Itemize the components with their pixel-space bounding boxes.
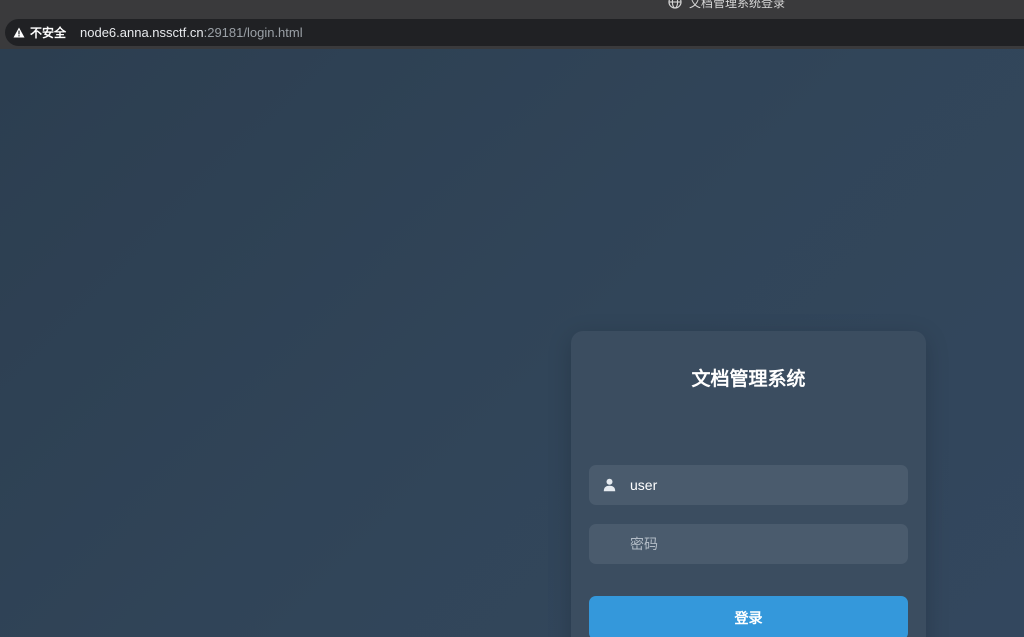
security-indicator[interactable]: 不安全 — [13, 24, 66, 41]
user-icon — [603, 478, 616, 492]
address-bar[interactable]: 不安全 node6.anna.nssctf.cn:29181/login.htm… — [5, 19, 1024, 46]
url-path: :29181/login.html — [203, 25, 303, 40]
security-label: 不安全 — [30, 26, 67, 40]
username-field — [589, 465, 908, 505]
browser-tab[interactable]: 文档管理系统登录 — [668, 0, 785, 10]
login-title: 文档管理系统 — [691, 368, 806, 390]
globe-icon — [668, 0, 682, 9]
login-card: 文档管理系统 登录 — [571, 331, 926, 637]
browser-toolbar: 不安全 node6.anna.nssctf.cn:29181/login.htm… — [0, 16, 1024, 49]
username-input[interactable] — [630, 465, 895, 505]
url-host: node6.anna.nssctf.cn — [80, 25, 204, 40]
url-text[interactable]: node6.anna.nssctf.cn:29181/login.html — [80, 25, 303, 40]
password-field — [589, 524, 908, 564]
login-button[interactable]: 登录 — [589, 596, 908, 637]
page-background: 文档管理系统 登录 — [0, 49, 1024, 637]
password-input[interactable] — [630, 524, 895, 564]
warning-icon — [13, 27, 25, 38]
browser-tabstrip: 文档管理系统登录 — [0, 0, 1024, 16]
tab-title: 文档管理系统登录 — [689, 0, 786, 10]
